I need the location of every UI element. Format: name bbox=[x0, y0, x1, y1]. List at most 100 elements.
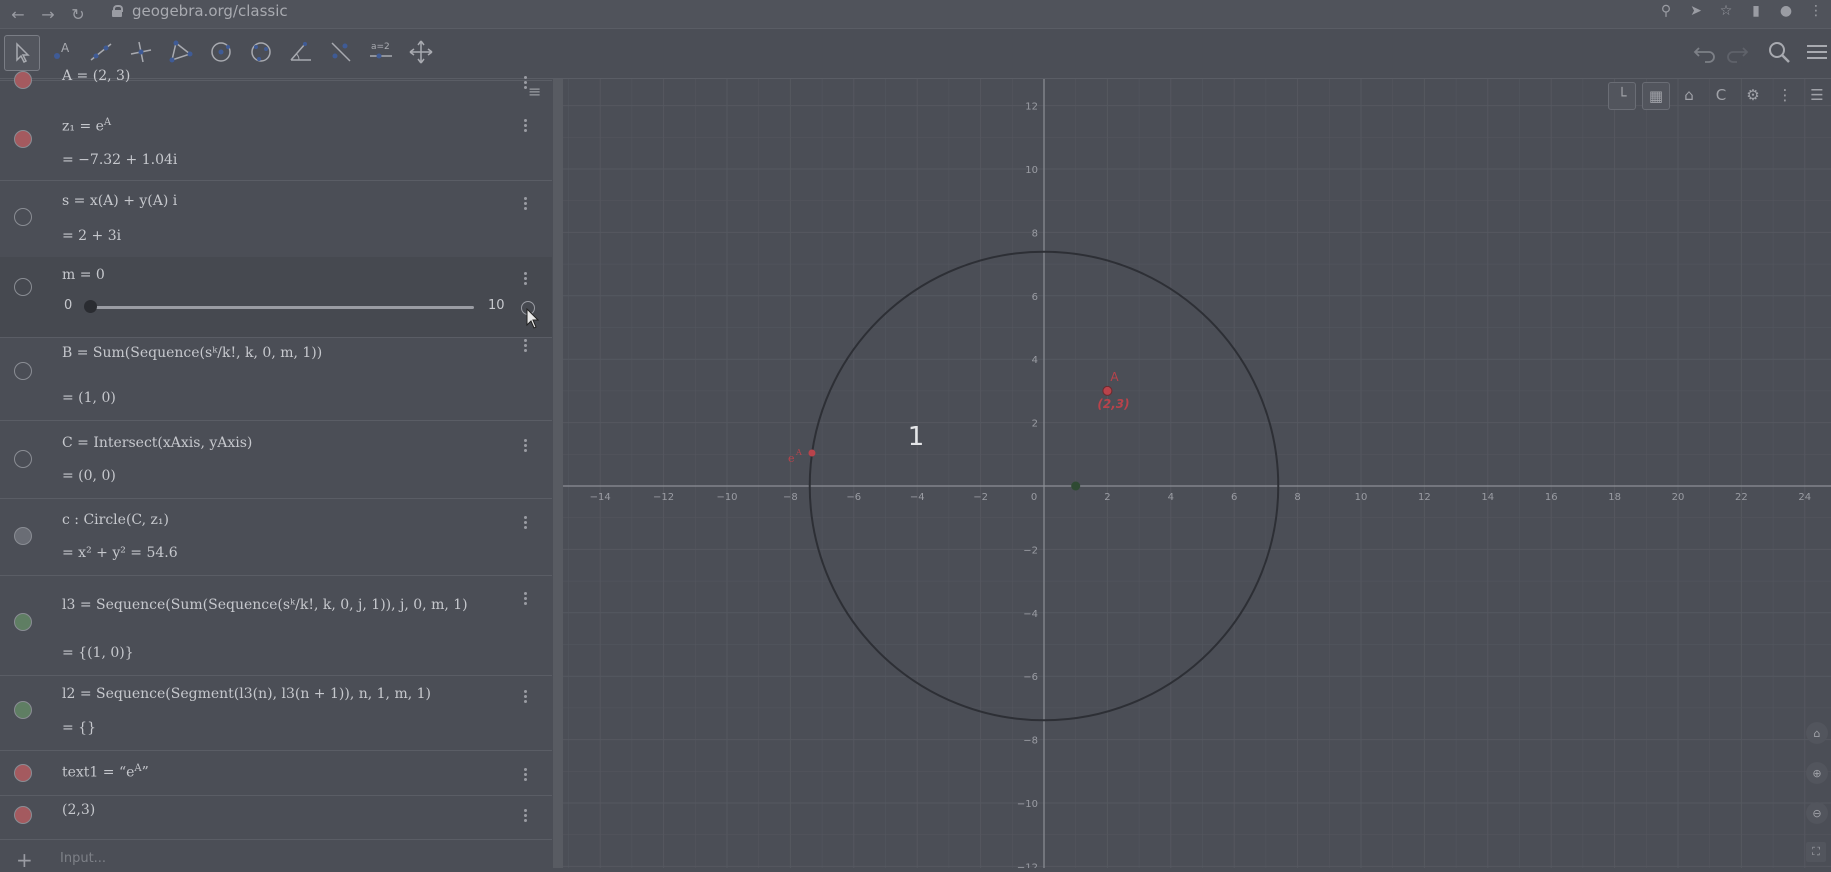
visibility-toggle-c[interactable] bbox=[14, 527, 32, 545]
point-z1-label-sup: A bbox=[795, 448, 802, 457]
y-tick-label: 8 bbox=[1032, 228, 1038, 239]
grid-icon[interactable]: ▦ bbox=[1642, 82, 1670, 110]
more-options-icon[interactable] bbox=[522, 688, 528, 706]
x-tick-label: −8 bbox=[783, 492, 798, 503]
definition-text: C = Intersect(xAxis, yAxis) bbox=[62, 435, 253, 451]
graphics-view[interactable]: −14 −12 −10 −8 −6 −4 −2 0 2 4 6 8 10 12 14 16 18 20 22 24 12… bbox=[563, 79, 1831, 868]
visibility-toggle-l3[interactable] bbox=[14, 613, 32, 631]
definition-text: c : Circle(C, z₁) bbox=[62, 512, 169, 528]
algebra-row-C[interactable] bbox=[0, 420, 552, 499]
visibility-toggle-B[interactable] bbox=[14, 362, 32, 380]
more-icon[interactable]: ⋮ bbox=[1772, 82, 1798, 108]
point-z1[interactable] bbox=[808, 449, 816, 457]
more-options-icon[interactable] bbox=[522, 590, 528, 608]
algebra-toggle-icon[interactable]: ≡ bbox=[528, 82, 541, 101]
y-tick-label: −4 bbox=[1023, 609, 1038, 620]
more-options-icon[interactable] bbox=[522, 270, 528, 288]
definition-end-text: ” bbox=[141, 764, 149, 781]
definition-z1[interactable]: z₁ = eA bbox=[62, 117, 111, 135]
y-tick-label: −12 bbox=[1017, 862, 1038, 868]
slider-track[interactable] bbox=[90, 306, 474, 309]
point-A[interactable] bbox=[1102, 385, 1113, 396]
more-options-icon[interactable] bbox=[522, 195, 528, 213]
x-tick-label: 12 bbox=[1418, 492, 1431, 503]
x-tick-label: 4 bbox=[1168, 492, 1174, 503]
gear-icon[interactable]: ⚙ bbox=[1740, 82, 1766, 108]
value-l3: = {(1, 0)} bbox=[62, 645, 134, 661]
definition-text: z₁ = e bbox=[62, 118, 104, 135]
definition-text2[interactable]: (2,3) bbox=[62, 802, 95, 818]
visibility-toggle-m[interactable] bbox=[14, 278, 32, 296]
main-menu-button[interactable] bbox=[1800, 35, 1831, 69]
definition-text: s = x(A) + y(A) i bbox=[62, 193, 178, 209]
definition-l3[interactable]: l3 = Sequence(Sum(Sequence(sᵏ/k!, k, 0, … bbox=[62, 597, 468, 613]
axes-icon[interactable]: └ bbox=[1608, 82, 1636, 110]
y-tick-label: 12 bbox=[1025, 102, 1038, 113]
home-icon[interactable]: ⌂ bbox=[1806, 722, 1828, 744]
view-splitter[interactable] bbox=[553, 79, 563, 868]
panel-icon[interactable]: ☰ bbox=[1804, 82, 1830, 108]
definition-s[interactable]: s = x(A) + y(A) i bbox=[62, 193, 177, 209]
undo-icon bbox=[1693, 47, 1715, 63]
visibility-toggle-l2[interactable] bbox=[14, 701, 32, 719]
definition-m[interactable]: m = 0 bbox=[62, 267, 105, 283]
more-options-icon[interactable] bbox=[522, 337, 528, 355]
undo-button[interactable] bbox=[1688, 35, 1722, 69]
visibility-toggle-C[interactable] bbox=[14, 450, 32, 468]
style-icon[interactable]: C bbox=[1708, 82, 1734, 108]
search-button[interactable] bbox=[1762, 35, 1796, 69]
more-options-icon[interactable] bbox=[522, 437, 528, 455]
url-bar[interactable]: geogebra.org/classic bbox=[112, 0, 288, 22]
y-tick-label: −10 bbox=[1017, 799, 1038, 810]
definition-l2[interactable]: l2 = Sequence(Segment(l3(n), l3(n + 1)),… bbox=[62, 686, 431, 702]
more-options-icon[interactable] bbox=[522, 117, 528, 135]
definition-text1[interactable]: text1 = “eA” bbox=[62, 763, 149, 781]
definition-B[interactable]: B = Sum(Sequence(sᵏ/k!, k, 0, m, 1)) bbox=[62, 345, 322, 361]
visibility-toggle-z1[interactable] bbox=[14, 130, 32, 148]
point-B[interactable] bbox=[1071, 481, 1081, 491]
exponent-text: A bbox=[134, 763, 142, 774]
definition-c[interactable]: c : Circle(C, z₁) bbox=[62, 512, 169, 528]
fullscreen-icon[interactable]: ⛶ bbox=[1806, 842, 1826, 862]
y-tick-label: 6 bbox=[1032, 292, 1038, 303]
visibility-toggle-s[interactable] bbox=[14, 208, 32, 226]
star-icon[interactable]: ☆ bbox=[1711, 3, 1741, 19]
share-icon[interactable]: ➤ bbox=[1681, 3, 1711, 19]
visibility-toggle-text1[interactable] bbox=[14, 764, 32, 782]
algebra-row-c[interactable] bbox=[0, 498, 552, 576]
input-bar[interactable]: Input... bbox=[60, 851, 106, 866]
graphics-canvas[interactable]: −14 −12 −10 −8 −6 −4 −2 0 2 4 6 8 10 12 14 16 18 20 22 2412… bbox=[563, 79, 1831, 868]
slider-knob[interactable] bbox=[84, 300, 97, 313]
x-tick-label: 20 bbox=[1672, 492, 1685, 503]
definition-text: m = 0 bbox=[62, 267, 105, 283]
visibility-toggle-text2[interactable] bbox=[14, 806, 32, 824]
slider-max-label: 10 bbox=[488, 298, 505, 313]
value-c: = x² + y² = 54.6 bbox=[62, 545, 178, 561]
zoom-out-icon[interactable]: ⊖ bbox=[1806, 802, 1828, 824]
more-options-icon[interactable] bbox=[522, 766, 528, 784]
reload-icon[interactable]: ↻ bbox=[66, 4, 90, 24]
sidepanel-icon[interactable]: ▮ bbox=[1741, 3, 1771, 19]
menu-icon[interactable]: ⋮ bbox=[1801, 3, 1831, 19]
profile-icon[interactable]: ● bbox=[1771, 3, 1801, 19]
definition-C[interactable]: C = Intersect(xAxis, yAxis) bbox=[62, 435, 252, 451]
text2-coordinates[interactable]: (2,3) bbox=[1097, 397, 1129, 411]
x-tick-label: 10 bbox=[1355, 492, 1368, 503]
more-options-icon[interactable] bbox=[522, 514, 528, 532]
redo-icon bbox=[1727, 47, 1749, 63]
more-options-icon[interactable] bbox=[522, 807, 528, 825]
text-label-1[interactable]: 1 bbox=[908, 422, 925, 452]
x-tick-label: −12 bbox=[653, 492, 674, 503]
home-icon[interactable]: ⌂ bbox=[1676, 82, 1702, 108]
x-tick-label: −10 bbox=[716, 492, 737, 503]
redo-button[interactable] bbox=[1720, 35, 1754, 69]
back-icon[interactable]: ← bbox=[6, 4, 30, 24]
definition-text: B = Sum(Sequence(sᵏ/k!, k, 0, m, 1)) bbox=[62, 345, 323, 361]
zoom-in-icon[interactable]: ⊕ bbox=[1806, 762, 1828, 784]
definition-text: l3 = Sequence(Sum(Sequence(sᵏ/k!, k, 0, … bbox=[62, 597, 468, 613]
x-tick-label: 2 bbox=[1104, 492, 1110, 503]
algebra-row-s[interactable] bbox=[0, 180, 552, 258]
add-input-icon[interactable]: + bbox=[16, 848, 33, 872]
zoom-icon[interactable]: ⚲ bbox=[1651, 3, 1681, 19]
forward-icon[interactable]: → bbox=[36, 4, 60, 24]
